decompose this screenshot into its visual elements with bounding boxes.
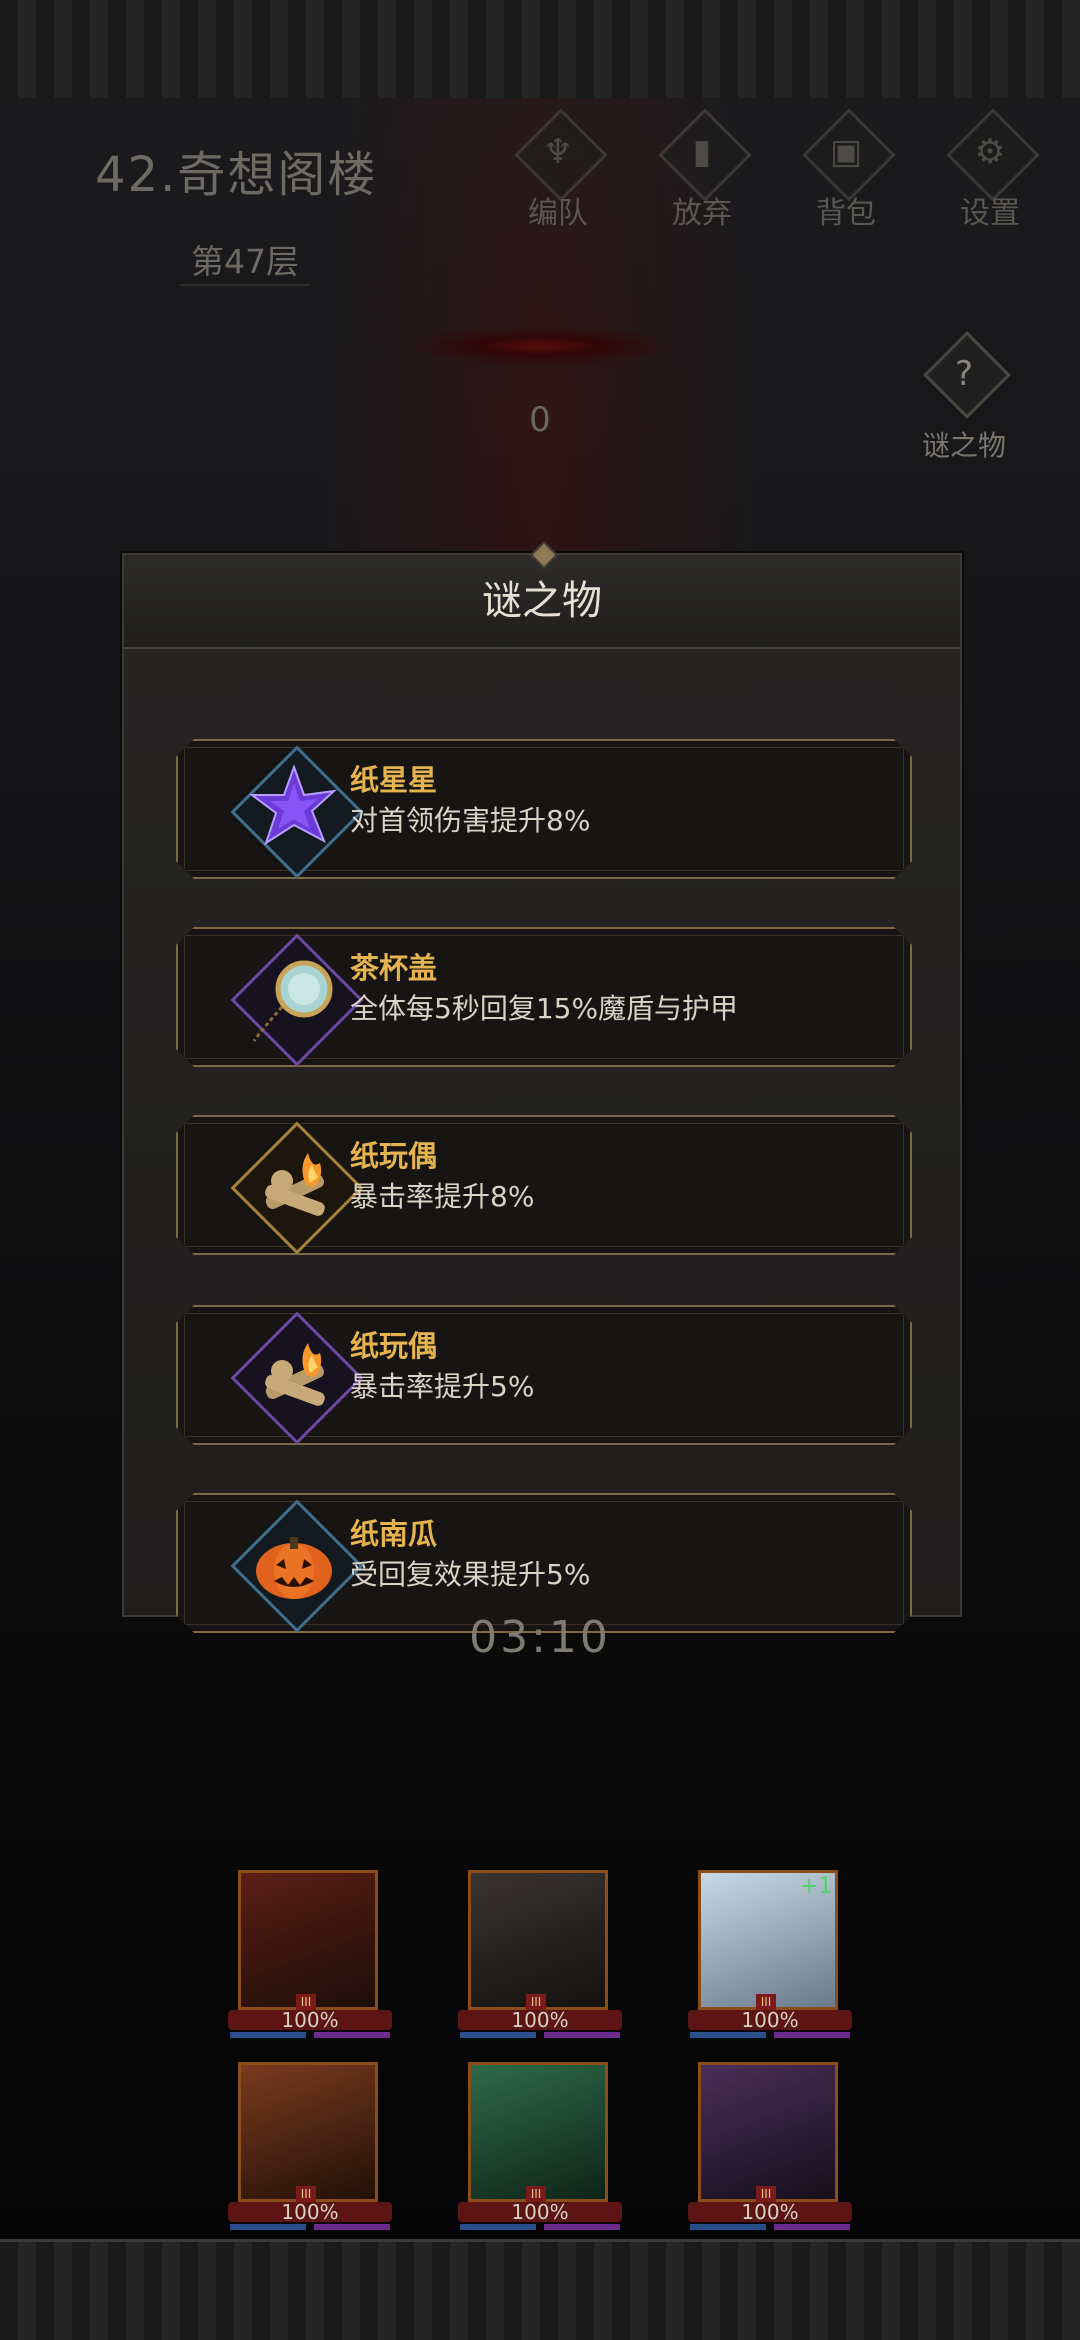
item-desc: 全体每5秒回复15%魔盾与护甲 bbox=[350, 992, 739, 1025]
bottom-frame-border bbox=[0, 2239, 1080, 2340]
hero-slot[interactable]: III 100% bbox=[228, 2062, 392, 2244]
hero-hp: 100% bbox=[281, 2200, 339, 2224]
hero-slot[interactable]: III 100% bbox=[458, 1870, 622, 2052]
item-desc: 受回复效果提升5% bbox=[350, 1558, 591, 1591]
floor-label: 第47层 bbox=[180, 240, 310, 286]
modal-header: 谜之物 bbox=[124, 555, 960, 649]
level-title: 42.奇想阁楼 bbox=[95, 147, 378, 203]
pumpkin-icon bbox=[224, 1493, 364, 1633]
exit-door-icon: ▮ bbox=[692, 132, 712, 172]
hero-slot[interactable]: III 100% bbox=[228, 1870, 392, 2052]
paper-star-icon bbox=[224, 739, 364, 879]
item-name: 纸南瓜 bbox=[350, 1517, 438, 1551]
formation-button[interactable]: ♆ 编队 bbox=[506, 108, 610, 231]
hero-slot[interactable]: III +1 100% bbox=[688, 1870, 852, 2052]
settings-button[interactable]: ⚙ 设置 bbox=[938, 108, 1042, 231]
item-name: 纸玩偶 bbox=[350, 1329, 438, 1363]
mystery-items-modal: 谜之物 纸星星 对首领伤害提升8% 茶杯盖 全体每5秒回复15%魔盾与护甲 纸玩… bbox=[122, 540, 962, 1617]
hero-portrait bbox=[468, 1870, 608, 2010]
burning-doll-icon bbox=[224, 1305, 364, 1445]
score-counter: 0 bbox=[529, 400, 551, 440]
hero-hp: 100% bbox=[511, 2008, 569, 2032]
item-name: 纸星星 bbox=[350, 763, 438, 797]
demon-helmet-icon: ♆ bbox=[542, 132, 574, 172]
modal-body: 纸星星 对首领伤害提升8% 茶杯盖 全体每5秒回复15%魔盾与护甲 纸玩偶 暴击… bbox=[124, 649, 960, 1615]
modal-title: 谜之物 bbox=[482, 578, 602, 624]
abandon-button[interactable]: ▮ 放弃 bbox=[650, 108, 754, 231]
red-eye-emblem bbox=[400, 326, 680, 366]
hero-portrait bbox=[698, 2062, 838, 2202]
hero-slot[interactable]: III 100% bbox=[688, 2062, 852, 2244]
backpack-icon: ▣ bbox=[829, 132, 863, 172]
hero-slot[interactable]: III 100% bbox=[458, 2062, 622, 2244]
burning-doll-icon bbox=[224, 1115, 364, 1255]
item-name: 纸玩偶 bbox=[350, 1139, 438, 1173]
hero-level-badge: +1 bbox=[800, 1874, 833, 1899]
hero-portrait bbox=[238, 2062, 378, 2202]
gear-icon: ⚙ bbox=[974, 132, 1006, 172]
item-desc: 暴击率提升5% bbox=[350, 1370, 535, 1403]
hero-portrait bbox=[468, 2062, 608, 2202]
hero-hp: 100% bbox=[741, 2008, 799, 2032]
hero-hp: 100% bbox=[741, 2200, 799, 2224]
backpack-button[interactable]: ▣ 背包 bbox=[794, 108, 898, 231]
hero-portrait bbox=[238, 1870, 378, 2010]
hero-hp: 100% bbox=[511, 2200, 569, 2224]
teacup-lid-icon bbox=[224, 927, 364, 1067]
countdown-timer: 03:10 bbox=[469, 1612, 611, 1663]
question-mark-icon: ? bbox=[954, 354, 974, 394]
item-desc: 对首领伤害提升8% bbox=[350, 804, 591, 837]
mystery-items-button[interactable]: ? 谜之物 bbox=[908, 331, 1020, 462]
top-frame-border bbox=[0, 0, 1080, 101]
item-desc: 暴击率提升8% bbox=[350, 1180, 535, 1213]
item-name: 茶杯盖 bbox=[350, 951, 438, 985]
hero-hp: 100% bbox=[281, 2008, 339, 2032]
